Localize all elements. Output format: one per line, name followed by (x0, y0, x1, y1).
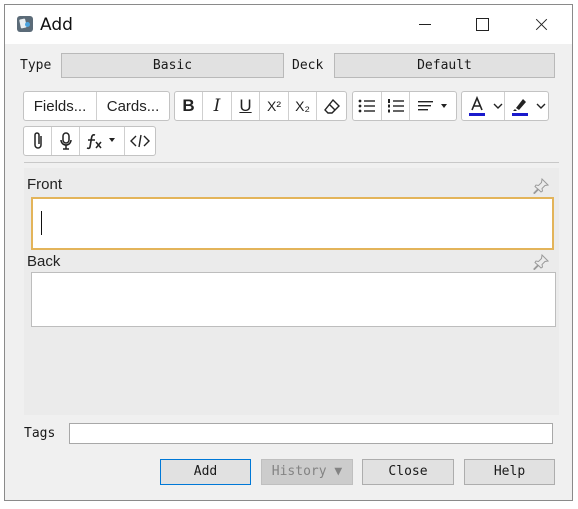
text-color-dropdown[interactable] (491, 92, 505, 120)
note-type-selector[interactable]: Basic (61, 53, 284, 78)
text-color-button[interactable] (462, 92, 491, 120)
close-window-button[interactable] (517, 5, 563, 44)
front-field-editor[interactable] (31, 197, 554, 250)
toolbar-separator (24, 162, 559, 163)
mathjax-dropdown[interactable] (80, 127, 125, 155)
pin-icon[interactable] (533, 253, 550, 271)
numbered-list-icon (387, 99, 404, 113)
eraser-button[interactable] (317, 92, 346, 120)
tags-label: Tags (24, 426, 56, 441)
bullet-list-icon (358, 99, 375, 113)
underline-button[interactable]: U (232, 92, 260, 120)
pin-icon[interactable] (533, 177, 550, 195)
add-note-window: Add Type Basic Deck Default Fields... Ca… (4, 4, 573, 501)
paperclip-icon (33, 132, 42, 149)
superscript-button[interactable]: X² (260, 92, 289, 120)
code-icon (130, 134, 150, 148)
field-label-front: Front (27, 176, 63, 193)
history-button[interactable]: History ▼ (261, 459, 353, 485)
tags-input[interactable] (69, 423, 553, 444)
highlight-color-dropdown[interactable] (534, 92, 548, 120)
close-button[interactable]: Close (362, 459, 454, 485)
chevron-down-icon (536, 103, 546, 109)
color-group (461, 91, 549, 121)
bullet-list-button[interactable] (353, 92, 382, 120)
app-icon (17, 16, 33, 32)
field-label-back: Back (27, 253, 61, 270)
function-icon (86, 134, 115, 150)
italic-button[interactable]: I (203, 92, 232, 120)
record-audio-button[interactable] (52, 127, 80, 155)
fields-cards-group: Fields... Cards... (23, 91, 170, 121)
text-caret (41, 211, 42, 235)
highlight-color-button[interactable] (505, 92, 534, 120)
text-color-icon (468, 95, 485, 116)
html-editor-button[interactable] (125, 127, 155, 155)
highlighter-icon (511, 99, 528, 116)
align-left-icon (418, 101, 447, 111)
formatting-group: B I U X² X₂ (174, 91, 347, 121)
bold-button[interactable]: B (175, 92, 203, 120)
media-group (23, 126, 156, 156)
microphone-icon (59, 132, 72, 150)
back-field-editor[interactable] (31, 272, 556, 327)
chevron-down-icon (493, 103, 502, 109)
fields-button[interactable]: Fields... (24, 92, 97, 120)
help-button[interactable]: Help (464, 459, 555, 485)
align-dropdown[interactable] (410, 92, 456, 120)
eraser-icon (323, 98, 340, 114)
numbered-list-button[interactable] (382, 92, 410, 120)
attach-button[interactable] (24, 127, 52, 155)
cards-button[interactable]: Cards... (97, 92, 169, 120)
window-title: Add (40, 15, 73, 35)
deck-selector[interactable]: Default (334, 53, 555, 78)
list-align-group (352, 91, 457, 121)
minimize-button[interactable] (402, 5, 448, 44)
type-label: Type (20, 58, 52, 73)
deck-label: Deck (292, 58, 324, 73)
maximize-button[interactable] (459, 5, 505, 44)
subscript-button[interactable]: X₂ (289, 92, 317, 120)
editor-area: Front Back (24, 168, 559, 415)
add-button[interactable]: Add (160, 459, 251, 485)
caret-down-icon (441, 104, 447, 108)
title-bar: Add (5, 5, 572, 44)
